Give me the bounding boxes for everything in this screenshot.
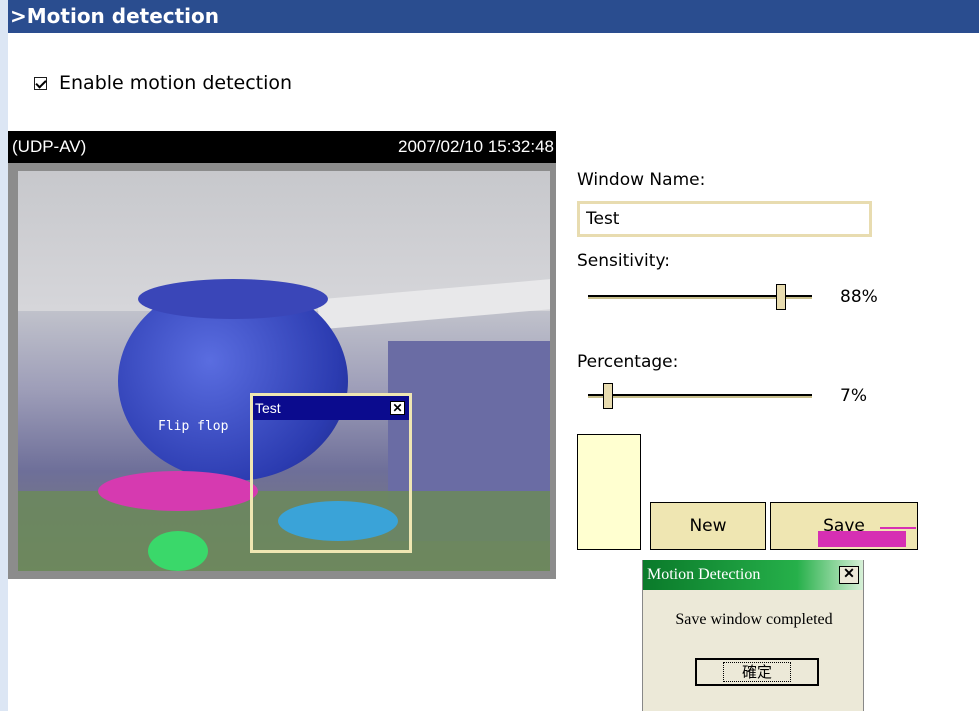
dialog-ok-button[interactable]: 確定 [695,658,819,686]
motion-level-preview [577,434,641,550]
scene-pink-spoon [98,471,258,511]
enable-motion-label: Enable motion detection [59,72,293,94]
percentage-track-shadow [588,396,812,398]
motion-activity-line [880,527,916,529]
motion-window-title: Test [255,400,281,416]
save-dialog[interactable]: Motion Detection ✕ Save window completed… [642,560,864,711]
dialog-title: Motion Detection [647,566,761,583]
dialog-ok-label: 確定 [722,662,791,682]
enable-motion-row[interactable]: Enable motion detection [34,72,292,94]
dialog-titlebar[interactable]: Motion Detection ✕ [643,560,863,590]
motion-activity-bar [818,531,906,547]
ball-overlay-text: Flip flop [158,419,229,434]
percentage-label: Percentage: [577,352,679,372]
sensitivity-slider[interactable] [588,284,812,310]
percentage-slider[interactable] [588,383,812,409]
motion-window[interactable]: Test ✕ [250,393,412,553]
new-button[interactable]: New [650,502,766,550]
scene-green-spoon [148,531,208,571]
sensitivity-label: Sensitivity: [577,251,670,271]
page-title: >Motion detection [8,0,979,33]
window-name-label: Window Name: [577,170,706,190]
enable-motion-checkbox[interactable] [34,76,47,90]
scene-ball-cap [138,279,328,319]
percentage-value: 7% [840,386,867,406]
video-timestamp: 2007/02/10 15:32:48 [398,137,554,156]
sensitivity-thumb[interactable] [776,284,786,310]
video-header: (UDP-AV) 2007/02/10 15:32:48 [8,131,556,163]
motion-window-titlebar[interactable]: Test ✕ [253,396,409,420]
window-name-input[interactable] [577,201,872,237]
percentage-thumb[interactable] [603,383,613,409]
motion-window-close-icon[interactable]: ✕ [390,401,405,415]
dialog-message: Save window completed [675,611,833,628]
sensitivity-value: 88% [840,287,878,307]
left-accent-stripe [0,0,8,711]
stream-label: (UDP-AV) [12,137,87,156]
dialog-close-icon[interactable]: ✕ [839,566,859,584]
